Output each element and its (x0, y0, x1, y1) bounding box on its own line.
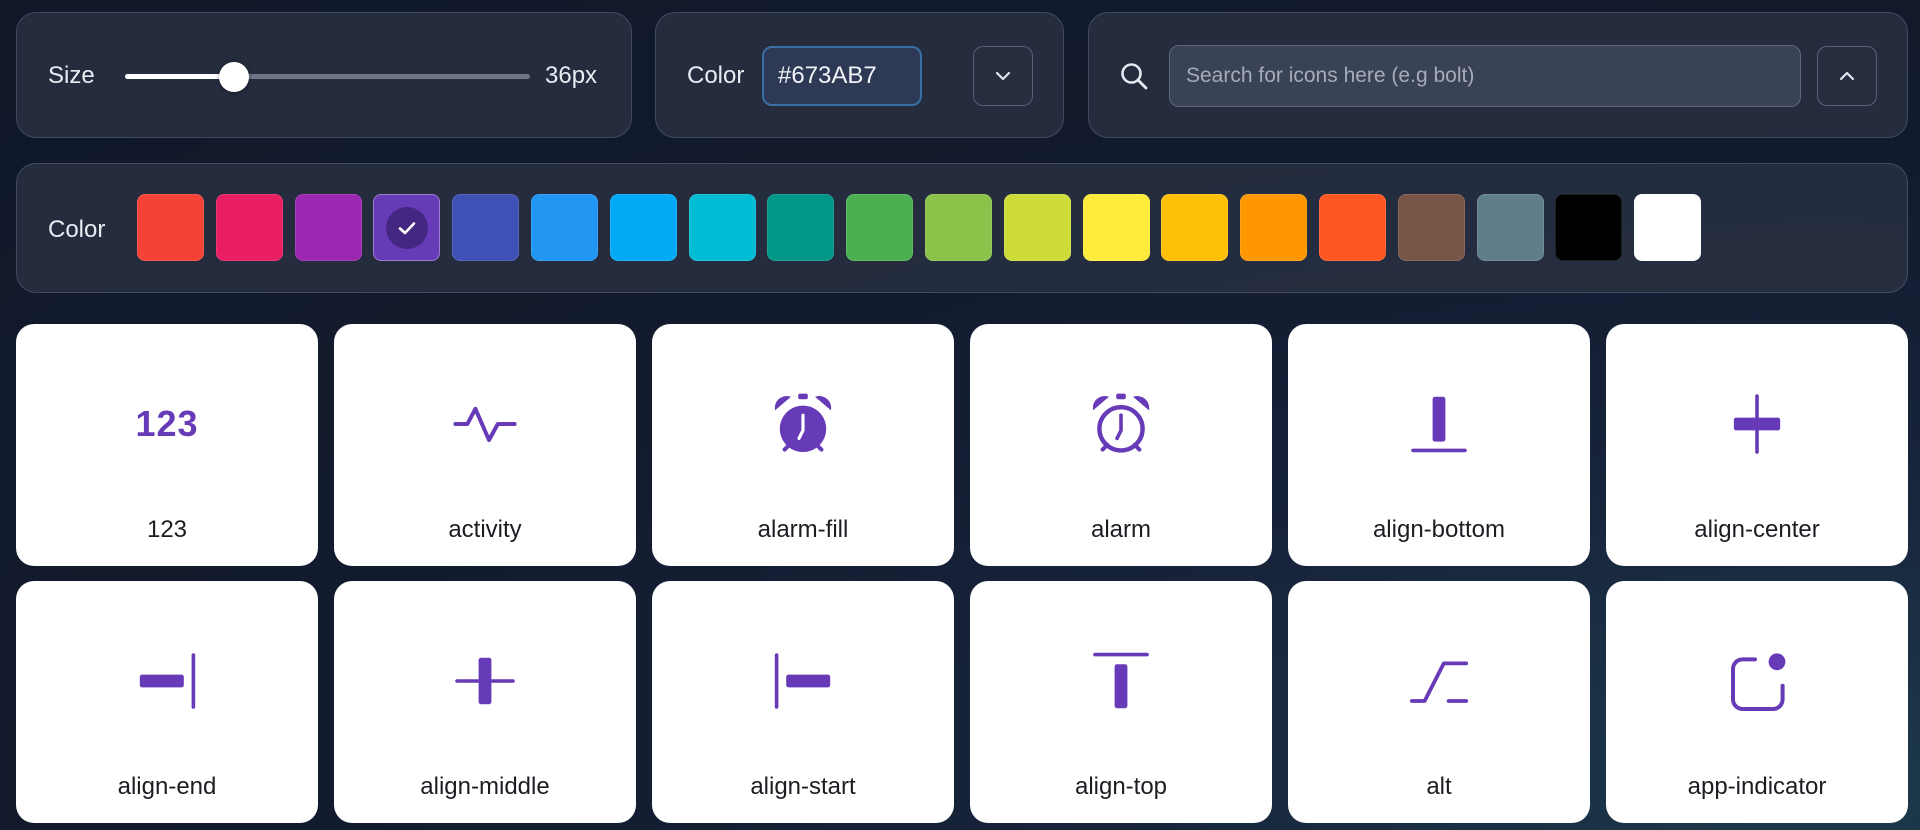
swatch-pink[interactable] (215, 194, 283, 261)
size-value: 36px (545, 62, 598, 89)
swatch-teal[interactable] (767, 194, 835, 261)
alarm-fill-icon (652, 392, 954, 456)
icon-name-label: alarm-fill (757, 516, 849, 543)
color-input-panel: Color (655, 12, 1064, 138)
collapse-button[interactable] (1817, 46, 1877, 106)
size-panel: Size 36px (16, 12, 632, 138)
123-icon: 123 (16, 392, 318, 456)
icon-name-label: align-bottom (1372, 516, 1506, 543)
swatch-blue-grey[interactable] (1476, 194, 1544, 261)
size-slider-fill (125, 74, 235, 79)
palette-label: Color (48, 216, 106, 243)
color-palette-panel: Color (16, 163, 1908, 293)
swatch-red[interactable] (137, 194, 204, 261)
icon-name-label: align-start (750, 773, 856, 800)
icon-card-align-middle[interactable]: align-middle (334, 581, 636, 823)
swatch-light-green[interactable] (925, 194, 992, 261)
alarm-icon (970, 392, 1272, 456)
swatch-deep-purple[interactable] (373, 194, 441, 261)
icon-card-alt[interactable]: alt (1288, 581, 1590, 823)
icon-name-label: align-end (117, 773, 217, 800)
swatch-light-blue[interactable] (609, 194, 677, 261)
swatch-lime[interactable] (1003, 194, 1071, 261)
icon-card-align-end[interactable]: align-end (16, 581, 318, 823)
align-end-icon (16, 649, 318, 713)
icon-name-label: activity (448, 516, 522, 543)
hex-color-input[interactable] (762, 46, 922, 106)
swatch-white[interactable] (1634, 194, 1702, 261)
align-middle-icon (334, 649, 636, 713)
swatch-black[interactable] (1555, 194, 1623, 261)
swatch-blue[interactable] (531, 194, 598, 261)
icon-card-align-bottom[interactable]: align-bottom (1288, 324, 1590, 566)
align-bottom-icon (1288, 392, 1590, 456)
icon-name-label: alt (1426, 773, 1452, 800)
color-dropdown-button[interactable] (973, 46, 1033, 106)
check-icon (386, 207, 429, 249)
icon-name-label: app-indicator (1687, 773, 1827, 800)
swatch-deep-orange[interactable] (1319, 194, 1386, 261)
icon-card-alarm-fill[interactable]: alarm-fill (652, 324, 954, 566)
icon-card-alarm[interactable]: alarm (970, 324, 1272, 566)
activity-icon (334, 392, 636, 456)
align-center-icon (1606, 392, 1908, 456)
swatch-green[interactable] (846, 194, 914, 261)
icon-name-label: align-middle (420, 773, 550, 800)
swatch-brown[interactable] (1397, 194, 1465, 261)
color-input-label: Color (687, 62, 745, 89)
icon-card-123[interactable]: 123 123 (16, 324, 318, 566)
swatch-amber[interactable] (1161, 194, 1229, 261)
icon-name-label: align-center (1694, 516, 1820, 543)
swatch-indigo[interactable] (452, 194, 520, 261)
chevron-down-icon (995, 71, 1011, 81)
size-slider[interactable] (125, 62, 530, 92)
search-panel (1088, 12, 1908, 138)
search-input[interactable] (1169, 45, 1801, 107)
swatch-cyan[interactable] (688, 194, 756, 261)
app-indicator-icon (1606, 649, 1908, 713)
icon-name-label: alarm (1090, 516, 1151, 543)
size-slider-thumb[interactable] (219, 62, 250, 92)
number-glyph: 123 (135, 403, 199, 444)
icon-card-activity[interactable]: activity (334, 324, 636, 566)
alt-icon (1288, 649, 1590, 713)
icon-name-label: 123 (146, 516, 188, 543)
swatch-yellow[interactable] (1082, 194, 1150, 261)
swatch-orange[interactable] (1240, 194, 1308, 261)
icon-card-align-top[interactable]: align-top (970, 581, 1272, 823)
icon-card-align-center[interactable]: align-center (1606, 324, 1908, 566)
icon-card-app-indicator[interactable]: app-indicator (1606, 581, 1908, 823)
icon-card-align-start[interactable]: align-start (652, 581, 954, 823)
align-top-icon (970, 649, 1272, 713)
align-start-icon (652, 649, 954, 713)
size-label: Size (48, 62, 95, 89)
swatch-purple[interactable] (294, 194, 362, 261)
chevron-up-icon (1839, 71, 1855, 81)
icon-name-label: align-top (1074, 773, 1168, 800)
search-icon (1121, 63, 1148, 90)
